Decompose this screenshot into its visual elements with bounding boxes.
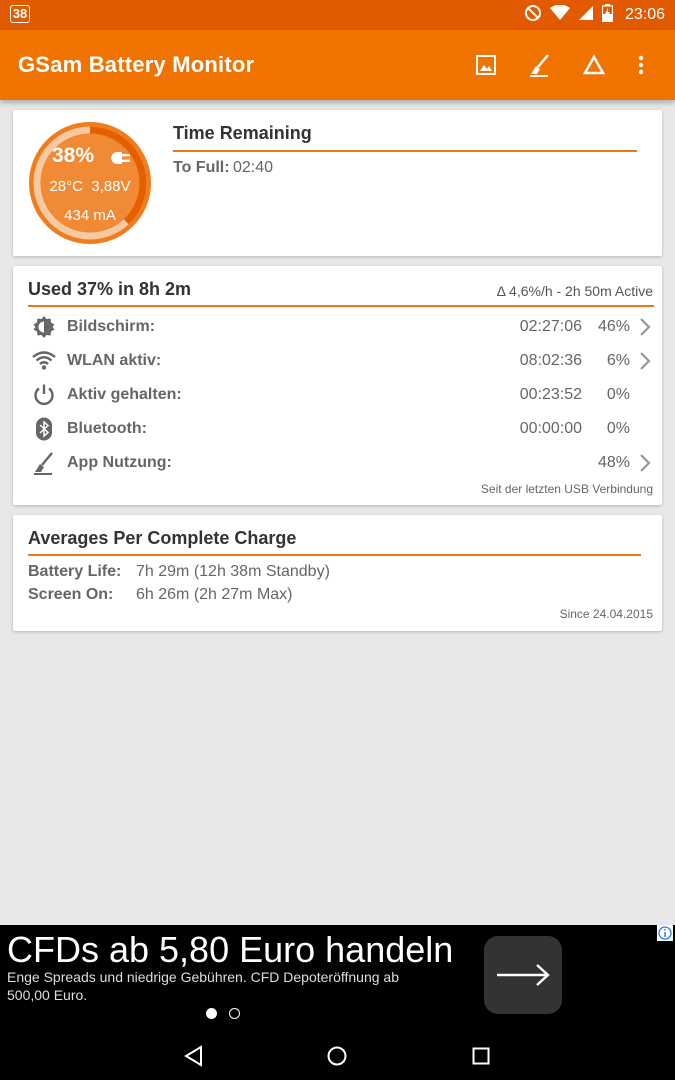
battery-charging-icon [601, 3, 614, 27]
usage-row-bluetooth: Bluetooth: 00:00:00 0% [13, 412, 662, 446]
ad-page-dot-active[interactable] [206, 1008, 217, 1019]
arrow-right-icon [497, 964, 550, 986]
divider [173, 150, 637, 152]
battery-life-label: Battery Life: [28, 563, 122, 580]
usage-label: Bluetooth: [67, 420, 147, 437]
usage-percent: 46% [597, 318, 630, 335]
divider [28, 305, 654, 307]
usage-label: Aktiv gehalten: [67, 386, 182, 403]
usage-row-screen[interactable]: Bildschirm: 02:27:06 46% [13, 310, 662, 344]
usage-row-wlan[interactable]: WLAN aktiv: 08:02:36 6% [13, 344, 662, 378]
image-icon[interactable] [473, 52, 499, 78]
brightness-icon [31, 315, 57, 339]
app-bar: GSam Battery Monitor [0, 30, 675, 100]
bluetooth-icon [31, 417, 57, 441]
do-not-disturb-icon [524, 4, 542, 27]
averages-title: Averages Per Complete Charge [28, 528, 297, 548]
usage-label: WLAN aktiv: [67, 352, 162, 369]
plug-icon [107, 152, 130, 164]
usage-time: 08:02:36 [519, 352, 582, 369]
battery-card[interactable]: 38% 28°C 3,88V 434 mA Time Remaining To … [13, 110, 662, 256]
ad-title[interactable]: CFDs ab 5,80 Euro handeln [7, 929, 453, 971]
usage-row-apps[interactable]: App Nutzung: 48% [13, 446, 662, 480]
divider [28, 554, 641, 556]
chevron-right-icon[interactable] [638, 318, 652, 336]
screen-on-value: 6h 26m (2h 27m Max) [136, 586, 293, 603]
usage-percent: 0% [606, 386, 630, 403]
power-icon [31, 383, 57, 407]
broom-icon[interactable] [527, 52, 553, 78]
signal-icon [578, 5, 594, 26]
gauge-readout: 38% 28°C 3,88V 434 mA [27, 120, 153, 246]
chevron-right-icon[interactable] [638, 352, 652, 370]
status-bar: 38 23:06 [0, 0, 675, 30]
chevron-right-icon[interactable] [638, 454, 652, 472]
overflow-menu-icon[interactable] [628, 52, 654, 78]
usage-percent: 0% [606, 420, 630, 437]
wifi-icon [31, 349, 57, 373]
delta-icon[interactable] [581, 52, 607, 78]
app-title: GSam Battery Monitor [18, 52, 255, 77]
usage-rate: Δ 4,6%/h - 2h 50m Active [496, 283, 653, 299]
screen-on-label: Screen On: [28, 586, 114, 603]
notification-badge: 38 [10, 5, 30, 23]
status-icons: 23:06 [524, 3, 665, 27]
usage-time: 00:23:52 [519, 386, 582, 403]
to-full-label: To Full: [173, 159, 230, 176]
usage-time: 02:27:06 [519, 318, 582, 335]
recents-icon[interactable] [466, 1041, 496, 1071]
broom-icon [31, 451, 57, 475]
usage-percent: 48% [597, 454, 630, 471]
back-icon[interactable] [179, 1041, 209, 1071]
battery-percent: 38% [51, 144, 95, 167]
usage-card: Used 37% in 8h 2m Δ 4,6%/h - 2h 50m Acti… [13, 266, 662, 505]
usage-time: 00:00:00 [519, 420, 582, 437]
home-icon[interactable] [322, 1041, 352, 1071]
used-title: Used 37% in 8h 2m [28, 279, 192, 299]
usage-label: App Nutzung: [67, 454, 172, 471]
ad-page-dot[interactable] [229, 1008, 240, 1019]
usage-row-awake: Aktiv gehalten: 00:23:52 0% [13, 378, 662, 412]
battery-temp-voltage: 28°C 3,88V [49, 178, 131, 195]
to-full-value: 02:40 [233, 159, 274, 176]
usage-footnote: Seit der letzten USB Verbindung [480, 482, 653, 496]
ad-banner[interactable]: CFDs ab 5,80 Euro handeln Enge Spreads u… [0, 925, 675, 1031]
ad-info-icon[interactable] [657, 925, 673, 941]
battery-current: 434 mA [64, 207, 116, 224]
averages-since: Since 24.04.2015 [559, 607, 653, 621]
ad-text: Enge Spreads und niedrige Gebühren. CFD … [7, 969, 400, 1003]
usage-percent: 6% [606, 352, 630, 369]
status-time: 23:06 [624, 6, 665, 23]
wifi-icon [549, 4, 570, 26]
battery-life-value: 7h 29m (12h 38m Standby) [136, 563, 330, 580]
usage-label: Bildschirm: [67, 318, 156, 335]
time-remaining-title: Time Remaining [173, 123, 312, 143]
ad-arrow-button[interactable] [484, 936, 562, 1014]
navigation-bar [0, 1031, 675, 1080]
averages-card: Averages Per Complete Charge Battery Lif… [13, 515, 662, 631]
